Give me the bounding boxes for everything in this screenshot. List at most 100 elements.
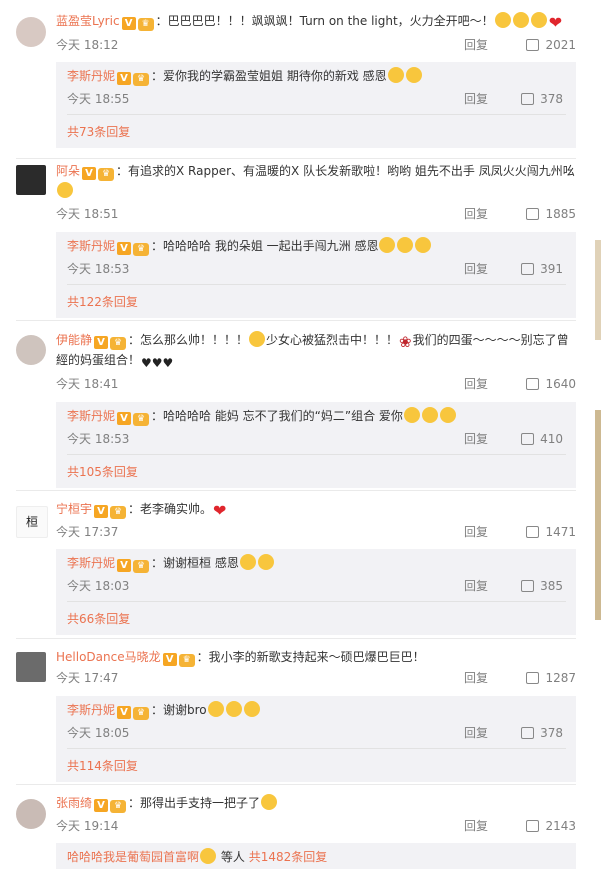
kiss-emoji-icon (257, 554, 274, 570)
reply-text: 等人 (220, 850, 245, 864)
level-badge-icon: ♛ (133, 413, 150, 426)
comment-body: 阿朵 V ♛ ：有追求的X Rapper、有温暖的X 队长发新歌啦！哟哟 姐先不出手 … (56, 161, 576, 201)
level-badge-icon: ♛ (133, 707, 150, 720)
more-replies-link[interactable]: 共73条回复 (67, 123, 130, 141)
reply-user[interactable]: 李斯丹妮 (67, 703, 115, 717)
comment: 张雨绮 V ♛ ：那得出手支持一把子了 今天 19:14 回复 2143 哈哈哈我是葡… (0, 793, 601, 869)
reply-time: 今天 18:05 (67, 726, 130, 740)
reply-user[interactable]: 李斯丹妮 (67, 556, 115, 570)
like-count: 378 (540, 726, 563, 740)
reply-button[interactable]: 回复 (464, 669, 488, 687)
reply-text: ：哈哈哈哈 能妈 忘不了我们的“妈二”组合 爱你 (151, 409, 403, 423)
comment-body: 张雨绮 V ♛ ：那得出手支持一把子了 (56, 793, 576, 813)
kiss-emoji-icon (225, 701, 242, 717)
heart-emoji-icon: ❤ (548, 13, 563, 32)
sub-reply-box: 哈哈哈我是葡萄园首富啊 等人 共1482条回复 (56, 843, 576, 869)
verified-badge-icon: V (94, 505, 109, 518)
reply-user[interactable]: 李斯丹妮 (67, 239, 115, 253)
more-replies-link[interactable]: 共1482条回复 (249, 850, 328, 864)
verified-badge-icon: V (117, 412, 132, 425)
comment-user[interactable]: 伊能静 (56, 333, 92, 347)
avatar[interactable] (16, 335, 46, 365)
like-button[interactable]: 391 (521, 260, 563, 278)
more-replies-link[interactable]: 共66条回复 (67, 610, 130, 628)
reply-button[interactable]: 回复 (464, 817, 488, 835)
comment: 蓝盈莹Lyric V ♛ ：巴巴巴巴！！！飒飒飒！Turn on the light，… (0, 0, 601, 160)
like-button[interactable]: 2021 (526, 36, 576, 54)
reply-text: ：谢谢bro (151, 703, 207, 717)
thumbs-up-icon (521, 263, 535, 275)
more-replies-link[interactable]: 共105条回复 (67, 463, 138, 481)
reply-user[interactable]: 李斯丹妮 (67, 69, 115, 83)
comment-text: ：那得出手支持一把子了 (128, 796, 261, 810)
comment-time: 今天 19:14 (56, 819, 119, 833)
kiss-emoji-icon (403, 407, 420, 423)
reply-user[interactable]: 哈哈哈我是葡萄园首富啊 (67, 850, 199, 864)
comment: 伊能静 V ♛ ：怎么那么帅！！！！ 少女心被猛烈击中！！！❀我们的四蛋～～～～别忘了曾… (0, 330, 601, 500)
reply-button[interactable]: 回复 (464, 90, 488, 108)
level-badge-icon: ♛ (178, 654, 195, 667)
reply-button[interactable]: 回复 (464, 577, 488, 595)
avatar[interactable] (16, 165, 46, 195)
comment-body: 伊能静 V ♛ ：怎么那么帅！！！！ 少女心被猛烈击中！！！❀我们的四蛋～～～～别忘了曾… (56, 330, 576, 370)
thumbs-up-icon (526, 672, 540, 684)
comment: 阿朵 V ♛ ：有追求的X Rapper、有温暖的X 队长发新歌啦！哟哟 姐先不出手 … (0, 160, 601, 330)
avatar[interactable] (16, 799, 46, 829)
level-badge-icon: ♛ (133, 73, 150, 86)
thumbs-up-icon (521, 433, 535, 445)
verified-badge-icon: V (117, 706, 132, 719)
divider (67, 284, 566, 285)
divider (16, 158, 576, 159)
like-button[interactable]: 385 (521, 577, 563, 595)
level-badge-icon: ♛ (110, 337, 127, 350)
reply-button[interactable]: 回复 (464, 430, 488, 448)
avatar[interactable]: 桓 (16, 506, 48, 538)
verified-badge-icon: V (117, 72, 132, 85)
reply-button[interactable]: 回复 (464, 523, 488, 541)
level-badge-icon: ♛ (137, 18, 154, 31)
thumbs-up-icon (521, 93, 535, 105)
reply-time: 今天 18:53 (67, 262, 130, 276)
reply-button[interactable]: 回复 (464, 205, 488, 223)
like-button[interactable]: 1885 (526, 205, 576, 223)
verified-badge-icon: V (82, 167, 97, 180)
strong-emoji-icon (494, 12, 511, 28)
divider (67, 601, 566, 602)
level-badge-icon: ♛ (110, 800, 127, 813)
comment-body: 蓝盈莹Lyric V ♛ ：巴巴巴巴！！！飒飒飒！Turn on the light，… (56, 11, 576, 31)
reply-button[interactable]: 回复 (464, 36, 488, 54)
comment-text: ：怎么那么帅！！！！ (128, 333, 249, 347)
verified-badge-icon: V (94, 336, 109, 349)
comment: HelloDance马晓龙 V ♛ ：我小李的新歌支持起来～硕巴爆巴巨巴！ 今天 17… (0, 646, 601, 796)
like-count: 1640 (545, 377, 576, 391)
comment-text: ：老李确实帅。 (128, 502, 213, 516)
verified-badge-icon: V (117, 242, 132, 255)
comment-user[interactable]: 张雨绮 (56, 796, 92, 810)
reply-button[interactable]: 回复 (464, 375, 488, 393)
like-count: 378 (540, 92, 563, 106)
grin-emoji-icon (512, 12, 529, 28)
comment-text: ：我小李的新歌支持起来～硕巴爆巴巨巴！ (196, 650, 425, 664)
comment-user[interactable]: 蓝盈莹Lyric (56, 14, 120, 28)
comment-user[interactable]: HelloDance马晓龙 (56, 650, 161, 664)
divider (67, 114, 566, 115)
reply-button[interactable]: 回复 (464, 260, 488, 278)
avatar[interactable] (16, 17, 46, 47)
like-button[interactable]: 378 (521, 724, 563, 742)
more-replies-link[interactable]: 共122条回复 (67, 293, 138, 311)
comment-user[interactable]: 宁桓宇 (56, 502, 92, 516)
like-button[interactable]: 1640 (526, 375, 576, 393)
sub-reply-box: 李斯丹妮 V ♛ ：谢谢bro 今天 18:05 回复 378 共114条回复 (56, 696, 576, 782)
like-button[interactable]: 2143 (526, 817, 576, 835)
like-button[interactable]: 378 (521, 90, 563, 108)
more-replies-link[interactable]: 共114条回复 (67, 757, 138, 775)
reply-text: ：哈哈哈哈 我的朵姐 一起出手闯九洲 感恩 (151, 239, 379, 253)
avatar[interactable] (16, 652, 46, 682)
like-button[interactable]: 410 (521, 430, 563, 448)
like-button[interactable]: 1471 (526, 523, 576, 541)
like-button[interactable]: 1287 (526, 669, 576, 687)
comment-user[interactable]: 阿朵 (56, 164, 80, 178)
reply-user[interactable]: 李斯丹妮 (67, 409, 115, 423)
thumbs-up-icon (521, 580, 535, 592)
reply-button[interactable]: 回复 (464, 724, 488, 742)
